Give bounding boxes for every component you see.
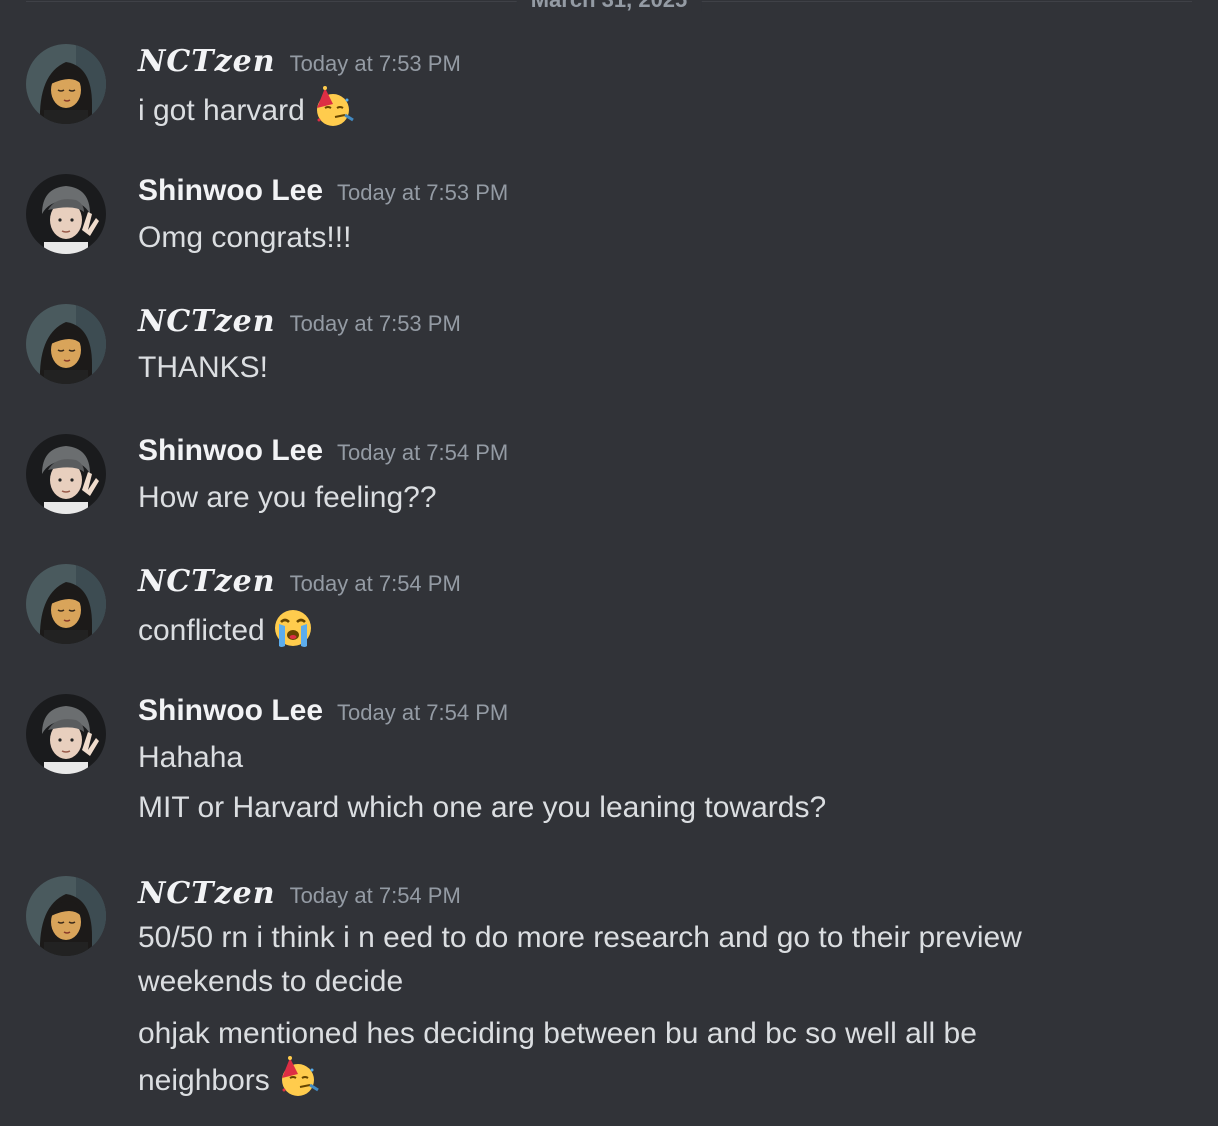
message-group[interactable]: NCTzen Today at 7:53 PM THANKS! <box>0 304 1218 394</box>
avatar-shinwoo-lee[interactable] <box>26 434 106 514</box>
loudly-crying-face-emoji <box>271 606 315 650</box>
message-text: conflicted <box>138 606 315 653</box>
partying-face-emoji <box>311 86 355 130</box>
username[interactable]: NCTzen <box>138 44 276 79</box>
chat-window: March 31, 2025 NCTzen Today at 7:53 PM i … <box>0 0 1218 1126</box>
message-group[interactable]: NCTzen Today at 7:53 PM i got harvard <box>0 44 1218 134</box>
message-header: Shinwoo Lee Today at 7:54 PM <box>138 694 508 734</box>
message-header: NCTzen Today at 7:53 PM <box>138 44 461 84</box>
message-text: ohjak mentioned hes deciding between bu … <box>138 1012 1078 1103</box>
timestamp[interactable]: Today at 7:53 PM <box>290 51 461 76</box>
message-line: conflicted <box>138 614 265 647</box>
avatar-nctzen[interactable] <box>26 876 106 956</box>
username[interactable]: Shinwoo Lee <box>138 694 323 727</box>
message-line: i got harvard <box>138 94 305 127</box>
avatar-nctzen[interactable] <box>26 304 106 384</box>
message-line: ohjak mentioned hes deciding between bu … <box>138 1017 977 1097</box>
message-header: NCTzen Today at 7:54 PM <box>138 564 461 604</box>
message-text: THANKS! <box>138 351 269 384</box>
message-text: 50/50 rn i think i n eed to do more rese… <box>138 921 1022 998</box>
message-text: MIT or Harvard which one are you leaning… <box>138 791 827 824</box>
timestamp[interactable]: Today at 7:53 PM <box>290 311 461 336</box>
timestamp[interactable]: Today at 7:53 PM <box>337 180 508 205</box>
partying-face-emoji <box>276 1056 320 1100</box>
message-header: NCTzen Today at 7:54 PM <box>138 876 461 916</box>
message-header: NCTzen Today at 7:53 PM <box>138 304 461 344</box>
timestamp[interactable]: Today at 7:54 PM <box>337 700 508 725</box>
message-group[interactable]: NCTzen Today at 7:54 PM conflicted <box>0 564 1218 654</box>
message-text: How are you feeling?? <box>138 481 437 514</box>
avatar-nctzen[interactable] <box>26 564 106 644</box>
timestamp[interactable]: Today at 7:54 PM <box>337 440 508 465</box>
date-divider: March 31, 2025 <box>26 0 1192 12</box>
username[interactable]: NCTzen <box>138 876 276 911</box>
avatar-shinwoo-lee[interactable] <box>26 694 106 774</box>
date-divider-label: March 31, 2025 <box>516 0 702 12</box>
username[interactable]: Shinwoo Lee <box>138 174 323 207</box>
timestamp[interactable]: Today at 7:54 PM <box>290 883 461 908</box>
message-group[interactable]: NCTzen Today at 7:54 PM 50/50 rn i think … <box>0 876 1218 1116</box>
message-text: i got harvard <box>138 86 355 133</box>
avatar-shinwoo-lee[interactable] <box>26 174 106 254</box>
message-group[interactable]: Shinwoo Lee Today at 7:54 PM Hahaha MIT o… <box>0 694 1218 834</box>
message-text: Omg congrats!!! <box>138 221 352 254</box>
username[interactable]: NCTzen <box>138 304 276 339</box>
timestamp[interactable]: Today at 7:54 PM <box>290 571 461 596</box>
username[interactable]: NCTzen <box>138 564 276 599</box>
message-header: Shinwoo Lee Today at 7:53 PM <box>138 174 508 214</box>
message-text: Hahaha <box>138 741 244 774</box>
message-group[interactable]: Shinwoo Lee Today at 7:53 PM Omg congrats… <box>0 174 1218 264</box>
message-group[interactable]: Shinwoo Lee Today at 7:54 PM How are you … <box>0 434 1218 524</box>
message-header: Shinwoo Lee Today at 7:54 PM <box>138 434 508 474</box>
username[interactable]: Shinwoo Lee <box>138 434 323 467</box>
avatar-nctzen[interactable] <box>26 44 106 124</box>
